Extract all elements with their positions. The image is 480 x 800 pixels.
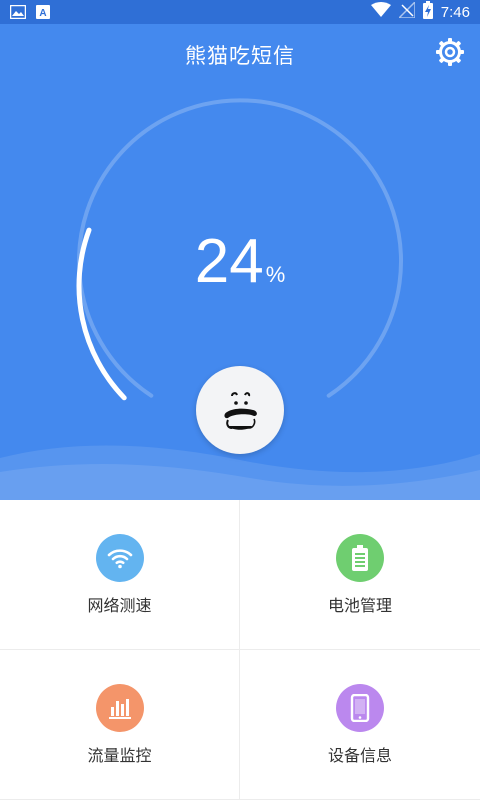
- feature-grid: 网络测速 电池管理 流量监控 设备信息: [0, 500, 480, 800]
- battery-icon-circle: [336, 533, 384, 582]
- network-speed-test-tile[interactable]: 网络测速: [0, 500, 240, 650]
- wave-decoration: [0, 445, 480, 500]
- wifi-icon: [107, 548, 132, 568]
- gauge-readout: 24%: [0, 226, 480, 297]
- device-info-label: 设备信息: [327, 745, 392, 765]
- hero-panel: 熊猫吃短信 24%: [0, 24, 480, 500]
- status-time: 7:46: [440, 3, 470, 21]
- battery-icon: [352, 544, 368, 571]
- device-info-icon-circle: [336, 683, 384, 732]
- battery-management-label: 电池管理: [327, 595, 392, 615]
- status-bar: A 7:46: [0, 0, 480, 24]
- traffic-monitor-icon-circle: [95, 683, 144, 732]
- no-signal-icon: [396, 0, 416, 22]
- svg-text:A: A: [39, 8, 46, 19]
- gauge-value: 24: [194, 227, 264, 296]
- panda-icon: [224, 392, 257, 430]
- wifi-icon: [370, 2, 391, 22]
- image-notification-icon: [9, 4, 27, 23]
- battery-charging-icon: [422, 1, 433, 23]
- phone-icon: [350, 693, 370, 722]
- network-speed-test-label: 网络测速: [87, 595, 152, 615]
- font-notification-icon: A: [36, 4, 50, 23]
- device-info-tile[interactable]: 设备信息: [240, 650, 480, 800]
- network-speed-icon-circle: [95, 533, 144, 582]
- traffic-monitor-label: 流量监控: [87, 745, 152, 765]
- bar-chart-icon: [108, 698, 131, 719]
- gauge-unit: %: [265, 262, 286, 287]
- traffic-monitor-tile[interactable]: 流量监控: [0, 650, 240, 800]
- battery-management-tile[interactable]: 电池管理: [240, 500, 480, 650]
